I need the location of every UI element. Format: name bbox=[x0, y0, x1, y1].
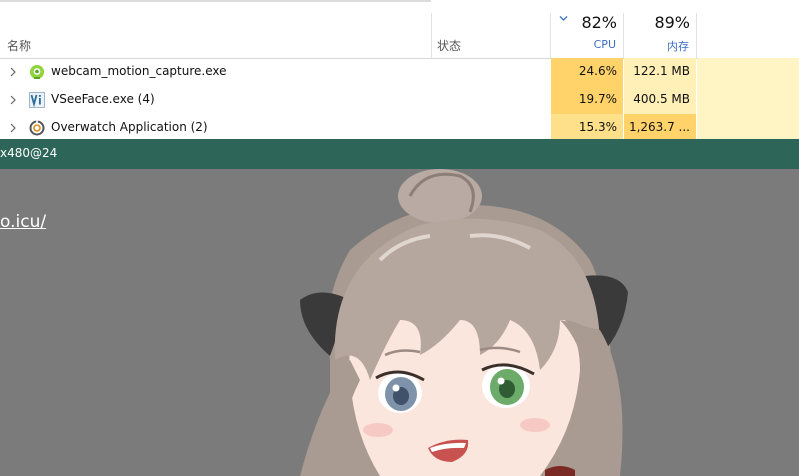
process-row[interactable]: webcam_motion_capture.exe 24.6% 122.1 MB bbox=[0, 58, 799, 86]
trailing-cell bbox=[697, 86, 799, 114]
memory-cell: 1,263.7 ... bbox=[624, 114, 696, 139]
cpu-cell: 19.7% bbox=[551, 86, 623, 114]
memory-cell: 122.1 MB bbox=[624, 58, 696, 86]
process-row[interactable]: Overwatch Application (2) 15.3% 1,263.7 … bbox=[0, 114, 799, 139]
column-header-status[interactable]: 状态 bbox=[437, 37, 461, 54]
capture-info-bar: x480@24 bbox=[0, 139, 799, 169]
column-divider[interactable] bbox=[431, 13, 432, 58]
expand-chevron-icon[interactable] bbox=[9, 67, 17, 77]
webcam-motion-capture-icon bbox=[30, 65, 44, 79]
process-name: Overwatch Application (2) bbox=[51, 120, 208, 134]
trailing-cell bbox=[697, 114, 799, 139]
memory-total-percent: 89% bbox=[654, 13, 690, 32]
task-manager-panel: 名称 状态 82% CPU 89% 内存 webcam_motion_captu… bbox=[0, 0, 799, 139]
cpu-column-label: CPU bbox=[593, 38, 616, 51]
capture-resolution-text: x480@24 bbox=[0, 146, 58, 160]
cpu-value: 15.3% bbox=[578, 120, 617, 134]
memory-value: 400.5 MB bbox=[633, 92, 690, 106]
cpu-value: 19.7% bbox=[578, 92, 617, 106]
memory-value: 1,263.7 ... bbox=[628, 120, 690, 134]
memory-value: 122.1 MB bbox=[633, 64, 690, 78]
sort-descending-icon bbox=[559, 16, 568, 21]
process-row[interactable]: VSeeFace.exe (4) 19.7% 400.5 MB bbox=[0, 86, 799, 114]
column-header-cpu[interactable]: 82% CPU bbox=[551, 13, 623, 58]
avatar-viewport[interactable]: o.icu/ bbox=[0, 169, 799, 476]
memory-cell: 400.5 MB bbox=[624, 86, 696, 114]
cpu-cell: 15.3% bbox=[551, 114, 623, 139]
column-header-memory[interactable]: 89% 内存 bbox=[624, 13, 696, 58]
vseeface-icon bbox=[29, 92, 45, 108]
column-header-name[interactable]: 名称 bbox=[7, 37, 31, 54]
cpu-value: 24.6% bbox=[578, 64, 617, 78]
expand-chevron-icon[interactable] bbox=[9, 95, 17, 105]
column-divider[interactable] bbox=[696, 13, 697, 58]
process-name: VSeeFace.exe (4) bbox=[51, 92, 155, 106]
expand-chevron-icon[interactable] bbox=[9, 123, 17, 133]
cpu-cell: 24.6% bbox=[551, 58, 623, 86]
overwatch-icon bbox=[29, 120, 45, 136]
cpu-total-percent: 82% bbox=[581, 13, 617, 32]
memory-column-label: 内存 bbox=[667, 40, 689, 53]
column-header-row: 名称 状态 82% CPU 89% 内存 bbox=[0, 0, 799, 59]
process-name: webcam_motion_capture.exe bbox=[51, 64, 227, 78]
anime-avatar-image bbox=[300, 169, 628, 476]
trailing-cell bbox=[697, 58, 799, 86]
